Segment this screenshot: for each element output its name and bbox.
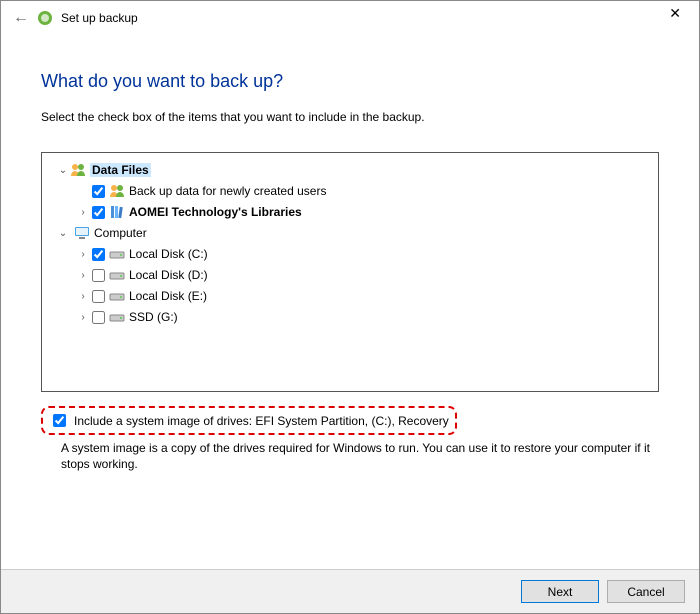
- tree-node-disk-e[interactable]: › Local Disk (E:): [46, 286, 654, 306]
- checkbox-disk-c[interactable]: [92, 248, 105, 261]
- close-button[interactable]: ✕: [661, 3, 689, 24]
- instruction-text: Select the check box of the items that y…: [41, 110, 659, 124]
- tree-node-ssd-g[interactable]: › SSD (G:): [46, 307, 654, 327]
- checkbox-newly-created[interactable]: [92, 185, 105, 198]
- checkbox-disk-d[interactable]: [92, 269, 105, 282]
- node-label: Computer: [94, 226, 147, 240]
- node-label: Data Files: [90, 163, 151, 177]
- computer-icon: [74, 225, 90, 241]
- window-header: ← Set up backup: [1, 1, 699, 35]
- checkbox-disk-e[interactable]: [92, 290, 105, 303]
- tree-node-computer[interactable]: ⌄ Computer: [46, 223, 654, 243]
- expander-icon[interactable]: ›: [76, 249, 90, 260]
- tree-node-libraries[interactable]: › AOMEI Technology's Libraries: [46, 202, 654, 222]
- app-icon: [37, 10, 53, 26]
- checkbox-ssd-g[interactable]: [92, 311, 105, 324]
- node-label: SSD (G:): [129, 310, 178, 324]
- checkbox-system-image[interactable]: [53, 414, 66, 427]
- cancel-button[interactable]: Cancel: [607, 580, 685, 603]
- window-title: Set up backup: [61, 11, 138, 25]
- checkbox-libraries[interactable]: [92, 206, 105, 219]
- backup-tree: ⌄ Data Files Back up data for newly crea…: [41, 152, 659, 392]
- drive-icon: [109, 246, 125, 262]
- system-image-label: Include a system image of drives: EFI Sy…: [74, 414, 449, 428]
- tree-node-disk-d[interactable]: › Local Disk (D:): [46, 265, 654, 285]
- system-image-description: A system image is a copy of the drives r…: [61, 441, 699, 472]
- libraries-icon: [109, 204, 125, 220]
- node-label: AOMEI Technology's Libraries: [129, 205, 302, 219]
- drive-icon: [109, 309, 125, 325]
- users-icon: [109, 183, 125, 199]
- drive-icon: [109, 267, 125, 283]
- node-label: Local Disk (C:): [129, 247, 208, 261]
- expander-icon[interactable]: ›: [76, 291, 90, 302]
- next-button[interactable]: Next: [521, 580, 599, 603]
- tree-node-newly-created[interactable]: Back up data for newly created users: [46, 181, 654, 201]
- users-icon: [70, 162, 86, 178]
- expander-icon[interactable]: ⌄: [56, 228, 70, 239]
- drive-icon: [109, 288, 125, 304]
- footer: Next Cancel: [1, 569, 699, 613]
- tree-node-data-files[interactable]: ⌄ Data Files: [46, 160, 654, 180]
- system-image-highlight: Include a system image of drives: EFI Sy…: [41, 406, 457, 435]
- expander-icon[interactable]: ›: [76, 312, 90, 323]
- back-arrow-icon[interactable]: ←: [13, 9, 29, 27]
- tree-node-disk-c[interactable]: › Local Disk (C:): [46, 244, 654, 264]
- node-label: Local Disk (D:): [129, 268, 208, 282]
- node-label: Back up data for newly created users: [129, 184, 326, 198]
- expander-icon[interactable]: ›: [76, 270, 90, 281]
- expander-icon[interactable]: ›: [76, 207, 90, 218]
- expander-icon[interactable]: ⌄: [56, 165, 70, 176]
- node-label: Local Disk (E:): [129, 289, 207, 303]
- page-heading: What do you want to back up?: [41, 71, 659, 92]
